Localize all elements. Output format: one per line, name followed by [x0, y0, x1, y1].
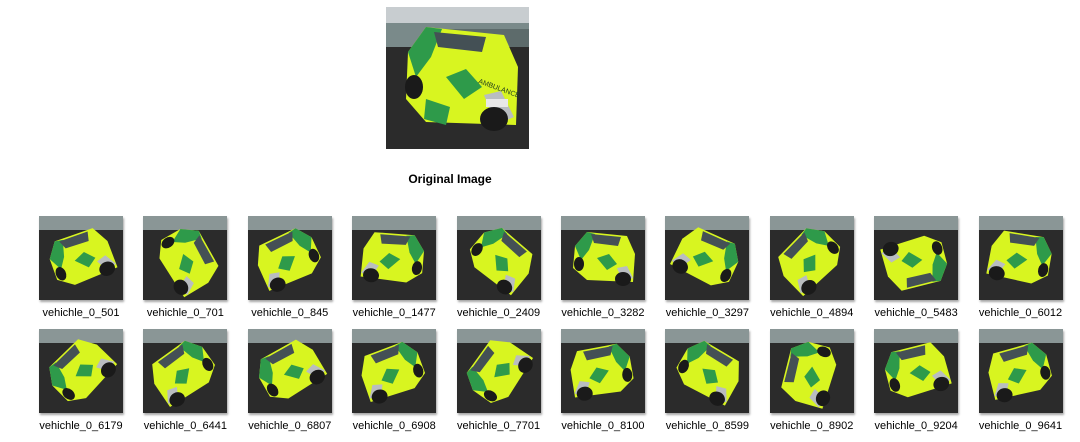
- augmented-image-thumbnail[interactable]: [352, 216, 437, 300]
- augmented-image-label: vehichle_0_6807: [248, 420, 332, 432]
- augmented-image-item[interactable]: vehichle_0_9204: [862, 329, 966, 442]
- augmented-image-thumbnail[interactable]: [874, 216, 959, 300]
- augmented-image-label: vehichle_0_5483: [874, 307, 958, 319]
- augmented-image-item[interactable]: vehichle_0_3282: [549, 216, 653, 329]
- original-image-caption: Original Image: [408, 172, 492, 186]
- augmented-image-grid: vehichle_0_501 vehichle_0_701 vehichle_0_8…: [27, 216, 1077, 442]
- augmented-image-thumbnail[interactable]: [874, 329, 959, 413]
- augmented-image-item[interactable]: vehichle_0_1477: [340, 216, 444, 329]
- augmented-image-thumbnail[interactable]: [352, 329, 437, 413]
- augmented-image-item[interactable]: vehichle_0_6441: [131, 329, 235, 442]
- augmented-image-label: vehichle_0_6908: [352, 420, 436, 432]
- augmented-image-label: vehichle_0_7701: [456, 420, 541, 432]
- augmented-image-item[interactable]: vehichle_0_8100: [549, 329, 653, 442]
- augmented-image-label: vehichle_0_1477: [352, 307, 436, 319]
- augmented-image-thumbnail[interactable]: [39, 329, 123, 413]
- augmented-image-item[interactable]: vehichle_0_5483: [862, 216, 966, 329]
- augmented-image-item[interactable]: vehichle_0_7701: [445, 329, 549, 442]
- augmented-image-item[interactable]: vehichle_0_8599: [653, 329, 757, 442]
- augmented-image-thumbnail[interactable]: [456, 329, 541, 413]
- augmented-image-item[interactable]: vehichle_0_701: [131, 216, 235, 329]
- augmented-image-thumbnail[interactable]: [769, 216, 854, 300]
- augmented-image-label: vehichle_0_2409: [456, 307, 541, 319]
- augmented-image-thumbnail[interactable]: [560, 216, 645, 300]
- augmented-image-label: vehichle_0_8902: [770, 420, 854, 432]
- augmented-image-label: vehichle_0_9204: [874, 420, 958, 432]
- augmented-image-item[interactable]: vehichle_0_845: [236, 216, 340, 329]
- augmented-image-thumbnail[interactable]: [978, 216, 1063, 300]
- augmented-image-thumbnail[interactable]: [143, 216, 228, 300]
- augmented-image-item[interactable]: vehichle_0_8902: [758, 329, 862, 442]
- augmented-image-thumbnail[interactable]: [665, 216, 750, 300]
- augmented-image-thumbnail[interactable]: [978, 329, 1063, 413]
- augmented-image-item[interactable]: vehichle_0_6908: [340, 329, 444, 442]
- augmented-image-item[interactable]: vehichle_0_9641: [967, 329, 1071, 442]
- augmented-image-label: vehichle_0_8599: [665, 420, 749, 432]
- augmented-image-thumbnail[interactable]: [39, 216, 123, 300]
- augmented-image-label: vehichle_0_6441: [143, 420, 227, 432]
- augmented-image-thumbnail[interactable]: [769, 329, 854, 413]
- augmented-image-thumbnail[interactable]: [247, 216, 332, 300]
- augmented-image-label: vehichle_0_6179: [39, 420, 123, 432]
- augmented-image-label: vehichle_0_845: [251, 307, 329, 319]
- augmented-image-label: vehichle_0_701: [146, 307, 224, 319]
- augmented-image-label: vehichle_0_3282: [561, 307, 645, 319]
- augmented-image-item[interactable]: vehichle_0_6179: [27, 329, 131, 442]
- augmented-image-thumbnail[interactable]: [143, 329, 228, 413]
- augmented-image-item[interactable]: vehichle_0_6807: [236, 329, 340, 442]
- augmented-image-thumbnail[interactable]: [560, 329, 645, 413]
- original-image: AMBULANCE: [386, 7, 529, 149]
- augmented-image-label: vehichle_0_8100: [561, 420, 645, 432]
- augmented-image-item[interactable]: vehichle_0_4894: [758, 216, 862, 329]
- augmented-image-label: vehichle_0_4894: [770, 307, 854, 319]
- augmented-image-item[interactable]: vehichle_0_6012: [967, 216, 1071, 329]
- augmented-image-label: vehichle_0_3297: [665, 307, 749, 319]
- augmented-image-label: vehichle_0_501: [42, 307, 120, 319]
- augmented-image-item[interactable]: vehichle_0_2409: [445, 216, 549, 329]
- augmented-image-item[interactable]: vehichle_0_501: [27, 216, 131, 329]
- augmented-image-thumbnail[interactable]: [247, 329, 332, 413]
- augmented-image-thumbnail[interactable]: [665, 329, 750, 413]
- augmented-image-item[interactable]: vehichle_0_3297: [653, 216, 757, 329]
- augmented-image-label: vehichle_0_9641: [978, 420, 1063, 432]
- augmented-image-thumbnail[interactable]: [456, 216, 541, 300]
- augmented-image-label: vehichle_0_6012: [978, 307, 1063, 319]
